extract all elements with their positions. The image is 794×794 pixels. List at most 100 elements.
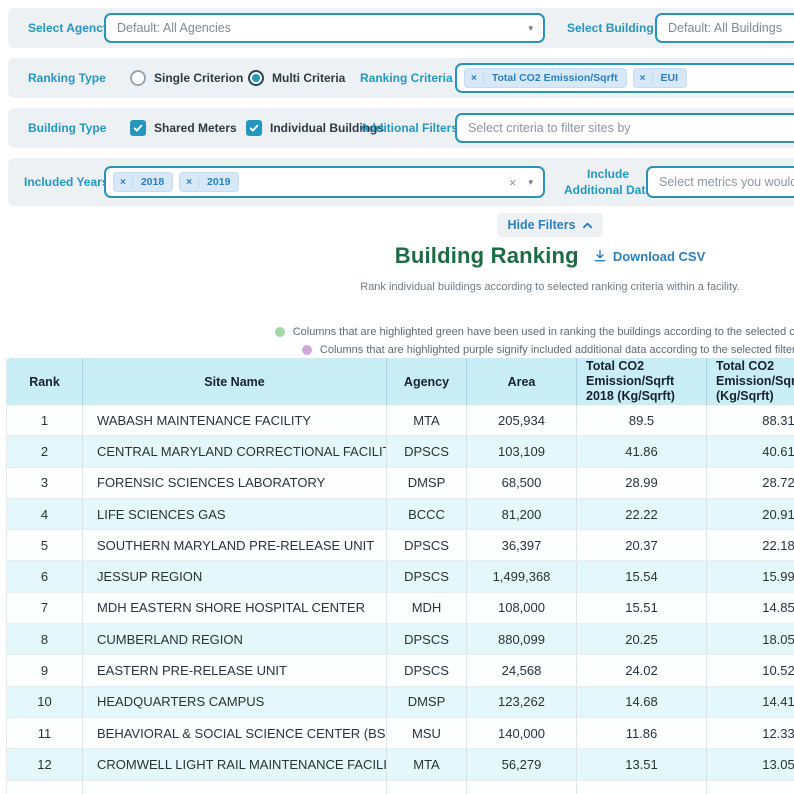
additional-filters-input[interactable] xyxy=(455,113,794,143)
table-cell: 22.18 xyxy=(707,530,794,560)
table-row: 9EASTERN PRE-RELEASE UNITDPSCS24,56824.0… xyxy=(7,655,794,686)
ranking-criteria-multiselect[interactable]: ×Total CO2 Emission/Sqrft×EUI xyxy=(455,63,794,93)
radio-multi-criteria[interactable] xyxy=(248,70,264,86)
table-cell: 88.31 xyxy=(707,405,794,435)
hide-filters-button[interactable]: Hide Filters xyxy=(497,213,602,237)
table-cell: 12 xyxy=(7,749,83,779)
table-cell: 15.51 xyxy=(577,593,707,623)
agency-select[interactable]: Default: All Agencies ▾ xyxy=(104,13,545,43)
building-select[interactable]: Default: All Buildings xyxy=(655,13,794,43)
table-cell: 36,397 xyxy=(467,530,577,560)
tag-label: EUI xyxy=(653,72,687,84)
table-row: 6JESSUP REGIONDPSCS1,499,36815.5415.99 xyxy=(7,561,794,592)
checkbox-individual-buildings[interactable] xyxy=(246,120,262,136)
table-cell: 20.37 xyxy=(577,530,707,560)
download-csv-button[interactable]: Download CSV xyxy=(593,249,705,264)
table-cell: BEHAVIORAL & SOCIAL SCIENCE CENTER (BSSC… xyxy=(83,718,387,748)
table-header-cell: Agency xyxy=(387,358,467,405)
table-cell: DMSP xyxy=(387,687,467,717)
table-header-cell: Site Name xyxy=(83,358,387,405)
tag-pill: ×EUI xyxy=(633,68,687,88)
table-cell: 12.33 xyxy=(707,718,794,748)
page-subtitle: Rank individual buildings according to s… xyxy=(0,281,794,293)
table-row: 5SOUTHERN MARYLAND PRE-RELEASE UNITDPSCS… xyxy=(7,530,794,561)
table-cell: 2 xyxy=(7,436,83,466)
table-cell: JESSUP REGION xyxy=(83,561,387,591)
table-legend: Columns that are highlighted green have … xyxy=(0,323,794,359)
ranking-criteria-label: Ranking Criteria xyxy=(360,71,453,85)
table-cell: DPSCS xyxy=(387,624,467,654)
chevron-down-icon[interactable]: ▾ xyxy=(524,177,543,188)
table-cell: 41.86 xyxy=(577,436,707,466)
table-cell: 11 xyxy=(7,718,83,748)
download-icon xyxy=(593,249,607,263)
tag-remove-icon[interactable]: × xyxy=(634,73,653,84)
table-cell: 28.99 xyxy=(577,468,707,498)
table-cell: 9 xyxy=(7,655,83,685)
table-cell: 10 xyxy=(7,687,83,717)
check-icon xyxy=(249,123,259,133)
table-header-cell: Total CO2 Emission/Sqrft 2019 (Kg/Sqrft) xyxy=(707,358,794,405)
included-years-multiselect[interactable]: ×2018×2019 × ▾ xyxy=(104,166,545,198)
table-cell: MTA xyxy=(387,405,467,435)
table-cell: LIFE SCIENCES GAS xyxy=(83,499,387,529)
table-cell: 18.05 xyxy=(707,624,794,654)
table-cell: 20.91 xyxy=(707,499,794,529)
table-cell: 140,000 xyxy=(467,718,577,748)
table-cell: MDH xyxy=(387,593,467,623)
table-row: 8CUMBERLAND REGIONDPSCS880,09920.2518.05 xyxy=(7,624,794,655)
chevron-down-icon: ▾ xyxy=(524,23,543,34)
tag-remove-icon[interactable]: × xyxy=(465,73,484,84)
table-cell: MDH EASTERN SHORE HOSPITAL CENTER xyxy=(83,593,387,623)
table-cell: CROMWELL LIGHT RAIL MAINTENANCE FACILITY xyxy=(83,749,387,779)
checkbox-shared-meters[interactable] xyxy=(130,120,146,136)
table-cell: DPSCS xyxy=(387,561,467,591)
table-cell: DPSCS xyxy=(387,436,467,466)
include-additional-data-input[interactable] xyxy=(646,166,794,198)
table-cell: 3 xyxy=(7,468,83,498)
table-cell: 15.54 xyxy=(577,561,707,591)
tag-remove-icon[interactable]: × xyxy=(114,177,133,188)
table-cell: 15.99 xyxy=(707,561,794,591)
table-header-cell: Area xyxy=(467,358,577,405)
table-row xyxy=(7,781,794,794)
building-type-label: Building Type xyxy=(28,121,106,135)
table-row: 12CROMWELL LIGHT RAIL MAINTENANCE FACILI… xyxy=(7,749,794,780)
table-cell: DPSCS xyxy=(387,655,467,685)
legend-dot-icon xyxy=(275,327,285,337)
table-row: 11BEHAVIORAL & SOCIAL SCIENCE CENTER (BS… xyxy=(7,718,794,749)
table-cell: 1 xyxy=(7,405,83,435)
tag-label: 2019 xyxy=(199,176,238,188)
table-cell xyxy=(707,781,794,794)
table-cell: 40.61 xyxy=(707,436,794,466)
table-cell: SOUTHERN MARYLAND PRE-RELEASE UNIT xyxy=(83,530,387,560)
legend-line: Columns that are highlighted purple sign… xyxy=(0,341,794,359)
table-cell: 10.52 xyxy=(707,655,794,685)
tag-label: 2018 xyxy=(133,176,172,188)
tag-pill: ×2018 xyxy=(113,172,173,192)
clear-icon[interactable]: × xyxy=(509,175,525,190)
legend-dot-icon xyxy=(302,345,312,355)
check-icon xyxy=(133,123,143,133)
table-cell: 24.02 xyxy=(577,655,707,685)
table-row: 3FORENSIC SCIENCES LABORATORYDMSP68,5002… xyxy=(7,468,794,499)
filter-bar-ranking: Ranking Type Single Criterion Multi Crit… xyxy=(8,58,794,98)
table-cell: 8 xyxy=(7,624,83,654)
table-body: 1WABASH MAINTENANCE FACILITYMTA205,93489… xyxy=(7,405,794,794)
table-cell: 1,499,368 xyxy=(467,561,577,591)
table-cell: BCCC xyxy=(387,499,467,529)
table-header-cell: Total CO2 Emission/Sqrft 2018 (Kg/Sqrft) xyxy=(577,358,707,405)
table-row: 2CENTRAL MARYLAND CORRECTIONAL FACILITYD… xyxy=(7,436,794,467)
table-cell xyxy=(467,781,577,794)
table-cell: 28.72 xyxy=(707,468,794,498)
table-cell: HEADQUARTERS CAMPUS xyxy=(83,687,387,717)
table-cell: DMSP xyxy=(387,468,467,498)
table-cell: 11.86 xyxy=(577,718,707,748)
tag-remove-icon[interactable]: × xyxy=(180,177,199,188)
table-cell: 14.41 xyxy=(707,687,794,717)
select-agency-label: Select Agency xyxy=(28,21,110,35)
table-cell: 81,200 xyxy=(467,499,577,529)
table-cell xyxy=(83,781,387,794)
tag-pill: ×2019 xyxy=(179,172,239,192)
radio-single-criterion[interactable] xyxy=(130,70,146,86)
